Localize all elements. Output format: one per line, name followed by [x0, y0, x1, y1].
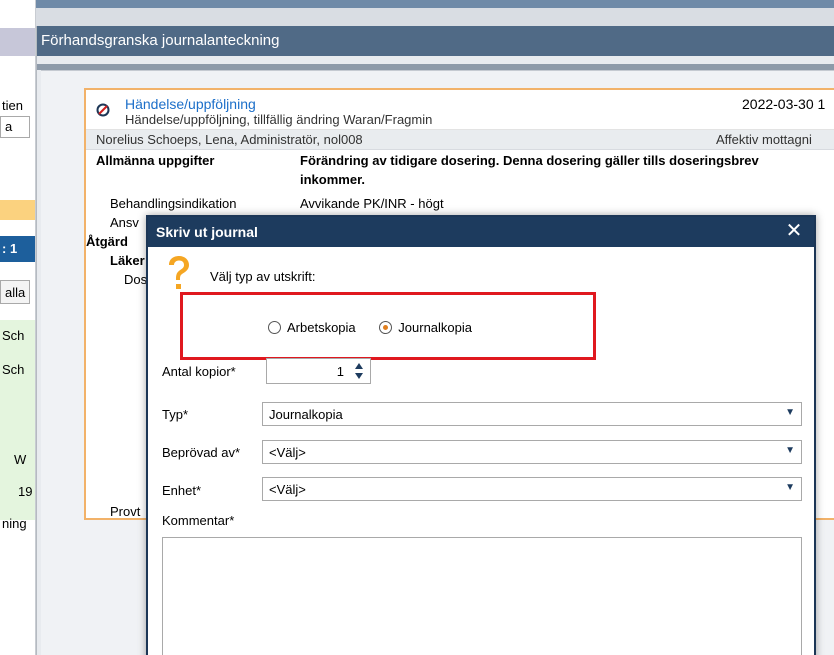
- radio-circle-selected[interactable]: [379, 321, 393, 334]
- print-type-radio-group: Arbetskopia Journalkopia: [268, 320, 492, 337]
- background-app-panel: tien a : 1 alla Sch Sch W 19 ning: [0, 0, 36, 655]
- question-icon: [169, 256, 189, 289]
- window-title: Förhandsgranska journalanteckning: [37, 26, 834, 56]
- approved-by-label: Beprövad av*: [162, 445, 241, 460]
- row-value: Förändring av tidigare dosering. Denna d…: [300, 153, 759, 168]
- row-label: Läker: [110, 253, 145, 268]
- radio-arbetskopia[interactable]: Arbetskopia: [268, 320, 356, 335]
- bg-text: Sch: [2, 362, 25, 377]
- row-label: Åtgärd: [86, 234, 128, 249]
- row-value: Avvikande PK/INR - högt: [300, 196, 444, 211]
- row-label: Dos: [124, 272, 148, 287]
- approved-by-select[interactable]: <Välj> ▼: [262, 440, 802, 464]
- card-author: Norelius Schoeps, Lena, Administratör, n…: [96, 132, 363, 147]
- dialog-title-bar: Skriv ut journal ✕: [148, 217, 814, 247]
- card-author-row: Norelius Schoeps, Lena, Administratör, n…: [86, 130, 834, 150]
- card-date: 2022-03-30 1: [742, 96, 826, 112]
- ban-icon: [96, 103, 110, 117]
- bg-text: Sch: [2, 328, 25, 343]
- bg-input[interactable]: a: [0, 116, 30, 138]
- row-label: Provt: [110, 504, 141, 519]
- print-journal-dialog: Skriv ut journal ✕ Välj typ av utskrift:…: [146, 215, 816, 655]
- card-title[interactable]: Händelse/uppföljning: [125, 96, 256, 112]
- comment-label: Kommentar*: [162, 513, 235, 528]
- bg-button[interactable]: alla: [0, 280, 30, 304]
- card-unit: Affektiv mottagni: [716, 132, 812, 147]
- radio-journalkopia[interactable]: Journalkopia: [379, 320, 472, 335]
- radio-circle[interactable]: [268, 321, 281, 334]
- chevron-down-icon: ▼: [785, 482, 795, 493]
- bg-text: W: [14, 452, 27, 467]
- copies-stepper[interactable]: 1: [266, 358, 371, 384]
- unit-label: Enhet*: [162, 483, 202, 498]
- comment-textarea[interactable]: [162, 537, 802, 655]
- chevron-down-icon: ▼: [785, 445, 795, 456]
- row-label: Allmänna uppgifter: [96, 153, 215, 168]
- bg-blue-band: : 1: [0, 236, 35, 262]
- bg-orange-band: [0, 200, 35, 220]
- type-label: Typ*: [162, 407, 189, 422]
- type-select[interactable]: Journalkopia ▼: [262, 402, 802, 426]
- card-header: Händelse/uppföljning Händelse/uppföljnin…: [86, 90, 834, 130]
- card-subtitle: Händelse/uppföljning, tillfällig ändring…: [125, 112, 433, 127]
- row-label: Behandlingsindikation: [110, 196, 237, 211]
- bg-text: ning: [2, 516, 27, 531]
- approved-by-value: <Välj>: [269, 445, 306, 460]
- row-label: Ansv: [110, 215, 139, 230]
- top-bar: [0, 0, 834, 8]
- print-type-question: Välj typ av utskrift:: [210, 269, 316, 284]
- close-icon[interactable]: ✕: [784, 220, 804, 242]
- bg-text: tien: [2, 98, 23, 113]
- copies-value: 1: [336, 364, 344, 379]
- radio-label: Arbetskopia: [287, 320, 356, 335]
- copies-label: Antal kopior*: [162, 364, 236, 379]
- row-value: inkommer.: [300, 172, 366, 187]
- unit-select[interactable]: <Välj> ▼: [262, 477, 802, 501]
- radio-label: Journalkopia: [398, 320, 472, 335]
- bg-text: 19: [18, 484, 33, 499]
- bg-band: [0, 28, 35, 56]
- unit-value: <Välj>: [269, 482, 306, 497]
- dialog-title: Skriv ut journal: [156, 224, 258, 240]
- stepper-arrows-icon[interactable]: [354, 362, 364, 380]
- bg-button-label: alla: [5, 285, 26, 300]
- type-value: Journalkopia: [269, 407, 343, 422]
- bg-blue-text: : 1: [2, 241, 18, 256]
- bg-input-value: a: [5, 119, 13, 134]
- chevron-down-icon: ▼: [785, 407, 795, 418]
